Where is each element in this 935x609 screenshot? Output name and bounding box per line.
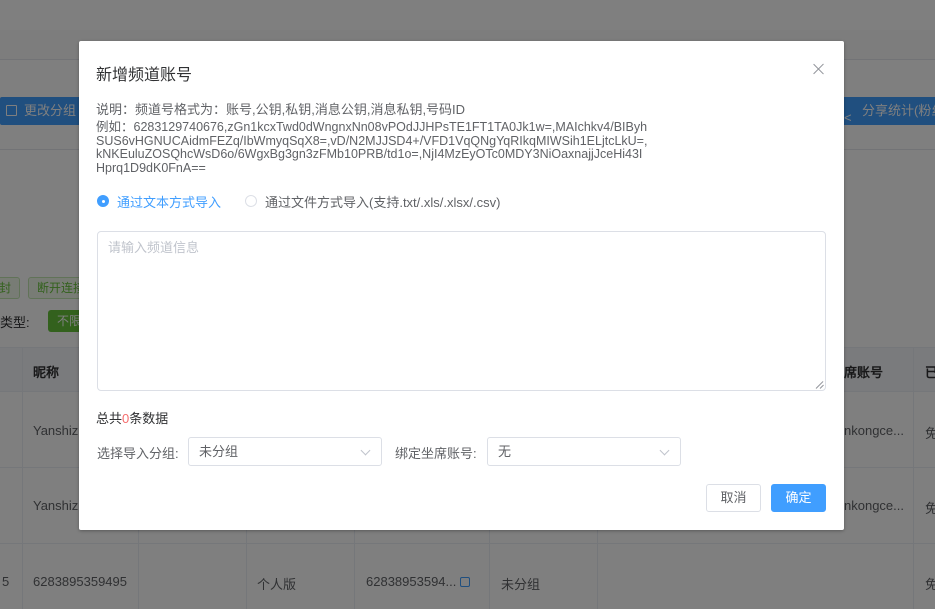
bind-seat-label: 绑定坐席账号: — [395, 446, 477, 461]
chevron-down-icon — [659, 445, 670, 456]
import-group-label: 选择导入分组: — [97, 446, 179, 461]
add-channel-account-dialog: 新增频道账号 说明：频道号格式为：账号,公钥,私钥,消息公钥,消息私钥,号码ID… — [79, 41, 844, 530]
format-description: 说明：频道号格式为：账号,公钥,私钥,消息公钥,消息私钥,号码ID — [96, 102, 466, 117]
dialog-title: 新增频道账号 — [96, 67, 193, 84]
bind-seat-value: 无 — [498, 444, 512, 459]
example-line: Hprq1D9dK0FnA== — [96, 160, 206, 175]
count-suffix: 条数据 — [129, 411, 169, 426]
import-by-file-radio[interactable]: 通过文件方式导入(支持.txt/.xls/.xlsx/.csv) — [245, 192, 500, 210]
example-line: SUS6vHGNUCAidmFEZq/IbWmyqSqX8=,vD/N2MJJS… — [96, 133, 648, 148]
import-group-select[interactable]: 未分组 — [188, 437, 382, 466]
format-example: 例如：6283129740676,zGn1kcxTwd0dWngnxNn08vP… — [96, 120, 676, 175]
radio-checked-icon — [97, 195, 109, 207]
close-icon[interactable] — [811, 61, 827, 77]
example-line: 例如：6283129740676,zGn1kcxTwd0dWngnxNn08vP… — [96, 120, 648, 134]
data-count: 总共0条数据 — [96, 408, 168, 427]
confirm-button[interactable]: 确定 — [771, 484, 826, 512]
example-line: kNKEuluZOSQhcWsD6o/6WgxBg3gn3zFMb10PRB/t… — [96, 147, 643, 161]
import-by-text-radio[interactable]: 通过文本方式导入 — [97, 192, 221, 210]
channel-info-textarea[interactable] — [97, 231, 826, 391]
radio-unchecked-icon — [245, 195, 257, 207]
bind-seat-select[interactable]: 无 — [487, 437, 681, 466]
count-prefix: 总共 — [96, 411, 123, 426]
resize-handle-icon[interactable] — [816, 381, 824, 389]
import-by-file-label: 通过文件方式导入(支持.txt/.xls/.xlsx/.csv) — [265, 194, 501, 210]
import-group-value: 未分组 — [199, 444, 239, 459]
import-by-text-label: 通过文本方式导入 — [117, 194, 222, 210]
chevron-down-icon — [360, 445, 371, 456]
cancel-button[interactable]: 取消 — [706, 484, 761, 512]
